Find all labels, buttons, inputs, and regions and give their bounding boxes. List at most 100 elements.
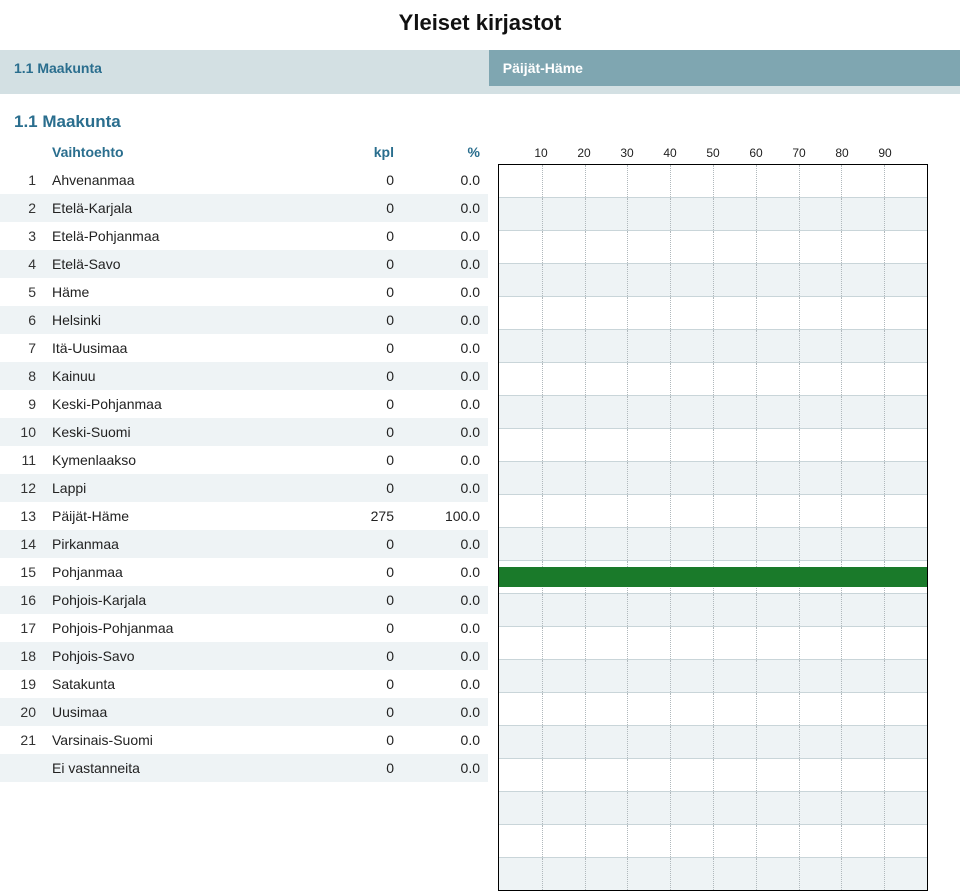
table-row: 12Lappi00.0 bbox=[0, 474, 488, 502]
chart-row bbox=[499, 396, 927, 429]
row-kpl: 0 bbox=[316, 726, 402, 754]
row-kpl: 0 bbox=[316, 474, 402, 502]
row-name: Pohjanmaa bbox=[44, 558, 316, 586]
row-index: 4 bbox=[0, 250, 44, 278]
row-kpl: 275 bbox=[316, 502, 402, 530]
row-pct: 0.0 bbox=[402, 390, 488, 418]
table-row: 9Keski-Pohjanmaa00.0 bbox=[0, 390, 488, 418]
chart-row bbox=[499, 759, 927, 792]
row-kpl: 0 bbox=[316, 194, 402, 222]
row-index: 18 bbox=[0, 642, 44, 670]
chart-row bbox=[499, 726, 927, 759]
row-pct: 0.0 bbox=[402, 278, 488, 306]
row-index: 21 bbox=[0, 726, 44, 754]
table-row: 10Keski-Suomi00.0 bbox=[0, 418, 488, 446]
chart-row bbox=[499, 693, 927, 726]
row-kpl: 0 bbox=[316, 166, 402, 194]
row-index: 13 bbox=[0, 502, 44, 530]
row-kpl: 0 bbox=[316, 446, 402, 474]
chart-row bbox=[499, 627, 927, 660]
row-index: 16 bbox=[0, 586, 44, 614]
header-label: 1.1 Maakunta bbox=[0, 50, 489, 86]
row-index: 3 bbox=[0, 222, 44, 250]
table-row: 1Ahvenanmaa00.0 bbox=[0, 166, 488, 194]
row-name: Pohjois-Pohjanmaa bbox=[44, 614, 316, 642]
row-index: 20 bbox=[0, 698, 44, 726]
row-name: Varsinais-Suomi bbox=[44, 726, 316, 754]
row-index: 12 bbox=[0, 474, 44, 502]
axis-tick: 50 bbox=[706, 146, 719, 160]
chart-row bbox=[499, 528, 927, 561]
axis-tick: 20 bbox=[577, 146, 590, 160]
row-pct: 0.0 bbox=[402, 614, 488, 642]
chart-row bbox=[499, 792, 927, 825]
col-kpl: kpl bbox=[316, 138, 402, 166]
row-pct: 0.0 bbox=[402, 670, 488, 698]
row-name: Itä-Uusimaa bbox=[44, 334, 316, 362]
axis-tick: 30 bbox=[620, 146, 633, 160]
chart-row bbox=[499, 165, 927, 198]
chart-row bbox=[499, 495, 927, 528]
row-kpl: 0 bbox=[316, 530, 402, 558]
row-pct: 0.0 bbox=[402, 530, 488, 558]
table-row: 15Pohjanmaa00.0 bbox=[0, 558, 488, 586]
row-kpl: 0 bbox=[316, 558, 402, 586]
row-index: 14 bbox=[0, 530, 44, 558]
col-pct: % bbox=[402, 138, 488, 166]
row-pct: 0.0 bbox=[402, 726, 488, 754]
row-name: Etelä-Karjala bbox=[44, 194, 316, 222]
table-row: 2Etelä-Karjala00.0 bbox=[0, 194, 488, 222]
chart-axis: 102030405060708090 bbox=[498, 138, 928, 165]
chart-row bbox=[499, 660, 927, 693]
row-index: 9 bbox=[0, 390, 44, 418]
row-name: Keski-Suomi bbox=[44, 418, 316, 446]
row-pct: 0.0 bbox=[402, 418, 488, 446]
row-index: 2 bbox=[0, 194, 44, 222]
chart-row bbox=[499, 198, 927, 231]
row-index: 11 bbox=[0, 446, 44, 474]
table-row: 5Häme00.0 bbox=[0, 278, 488, 306]
row-index: 1 bbox=[0, 166, 44, 194]
row-pct: 0.0 bbox=[402, 166, 488, 194]
row-kpl: 0 bbox=[316, 334, 402, 362]
chart-row bbox=[499, 825, 927, 858]
row-pct: 0.0 bbox=[402, 446, 488, 474]
chart-body bbox=[498, 165, 928, 891]
row-index: 8 bbox=[0, 362, 44, 390]
axis-tick: 80 bbox=[835, 146, 848, 160]
row-index bbox=[0, 754, 44, 782]
row-pct: 0.0 bbox=[402, 754, 488, 782]
col-option: Vaihtoehto bbox=[44, 138, 316, 166]
row-name: Satakunta bbox=[44, 670, 316, 698]
chart-row bbox=[499, 462, 927, 495]
row-pct: 0.0 bbox=[402, 586, 488, 614]
data-table: Vaihtoehto kpl % 1Ahvenanmaa00.02Etelä-K… bbox=[0, 138, 488, 782]
row-kpl: 0 bbox=[316, 642, 402, 670]
row-kpl: 0 bbox=[316, 418, 402, 446]
chart-row bbox=[499, 594, 927, 627]
table-row: 7Itä-Uusimaa00.0 bbox=[0, 334, 488, 362]
row-name: Lappi bbox=[44, 474, 316, 502]
row-name: Häme bbox=[44, 278, 316, 306]
row-pct: 0.0 bbox=[402, 474, 488, 502]
row-index: 10 bbox=[0, 418, 44, 446]
section-title: 1.1 Maakunta bbox=[0, 94, 960, 138]
row-name: Pirkanmaa bbox=[44, 530, 316, 558]
axis-tick: 10 bbox=[534, 146, 547, 160]
table-row: 14Pirkanmaa00.0 bbox=[0, 530, 488, 558]
chart-row bbox=[499, 264, 927, 297]
table-row: 20Uusimaa00.0 bbox=[0, 698, 488, 726]
table-row: 17Pohjois-Pohjanmaa00.0 bbox=[0, 614, 488, 642]
chart-row bbox=[499, 330, 927, 363]
table-row: 16Pohjois-Karjala00.0 bbox=[0, 586, 488, 614]
row-name: Etelä-Pohjanmaa bbox=[44, 222, 316, 250]
row-kpl: 0 bbox=[316, 250, 402, 278]
row-name: Ei vastanneita bbox=[44, 754, 316, 782]
row-name: Keski-Pohjanmaa bbox=[44, 390, 316, 418]
table-row: 21Varsinais-Suomi00.0 bbox=[0, 726, 488, 754]
table-row: 13Päijät-Häme275100.0 bbox=[0, 502, 488, 530]
row-pct: 0.0 bbox=[402, 222, 488, 250]
table-row: 11Kymenlaakso00.0 bbox=[0, 446, 488, 474]
row-name: Kainuu bbox=[44, 362, 316, 390]
table-row: 8Kainuu00.0 bbox=[0, 362, 488, 390]
